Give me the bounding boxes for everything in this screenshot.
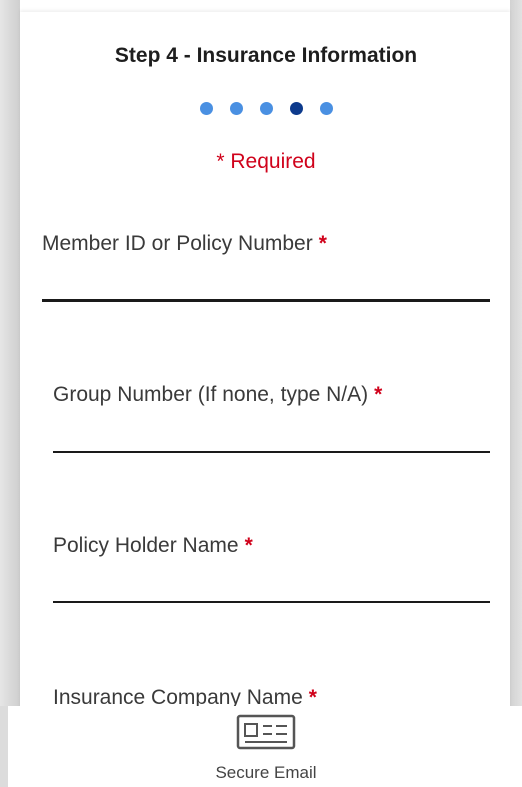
policy-holder-name-label-text: Policy Holder Name — [53, 534, 239, 557]
step-dot-5 — [320, 102, 333, 115]
secure-email-label[interactable]: Secure Email — [0, 763, 522, 783]
member-id-label-text: Member ID or Policy Number — [42, 232, 313, 255]
step-dot-2 — [230, 102, 243, 115]
required-asterisk: * — [318, 232, 327, 255]
step-title: Step 4 - Insurance Information — [114, 44, 418, 67]
group-number-label-text: Group Number (If none, type N/A) — [53, 383, 369, 406]
policy-holder-name-label: Policy Holder Name * — [53, 534, 253, 558]
required-note: * Required — [216, 150, 316, 173]
left-edge-shadow — [0, 0, 20, 787]
group-number-input[interactable] — [53, 451, 490, 453]
step-dot-3 — [260, 102, 273, 115]
policy-holder-name-input[interactable] — [53, 601, 490, 603]
step-progress-indicator — [200, 102, 333, 115]
required-asterisk: * — [244, 534, 253, 557]
member-id-label: Member ID or Policy Number * — [42, 232, 327, 256]
id-card-icon[interactable] — [236, 714, 296, 750]
required-asterisk: * — [374, 383, 383, 406]
step-dot-1 — [200, 102, 213, 115]
right-edge-shadow — [510, 0, 522, 787]
step-dot-4-current — [290, 102, 303, 115]
member-id-input[interactable] — [42, 299, 490, 302]
group-number-label: Group Number (If none, type N/A) * — [53, 383, 382, 407]
